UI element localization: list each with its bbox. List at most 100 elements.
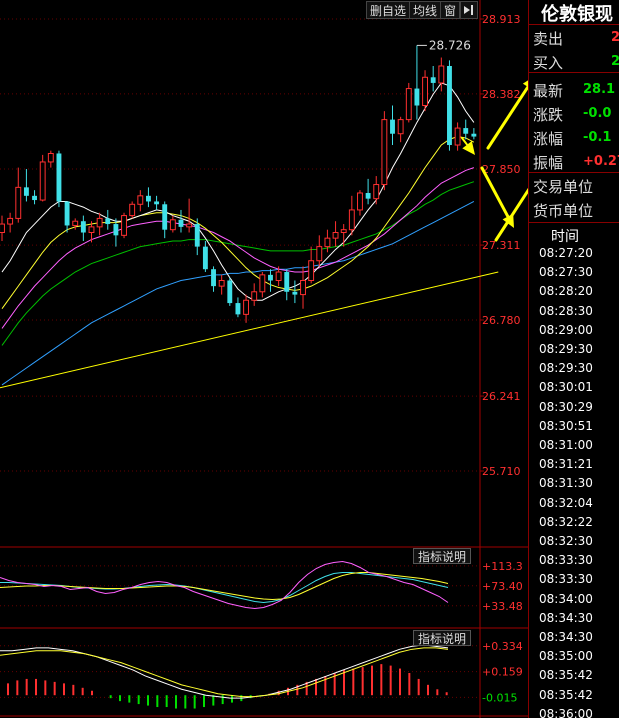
quote-divider	[529, 72, 619, 73]
candle	[137, 190, 144, 212]
candle	[47, 150, 54, 168]
ind1-tick-label: +73.40	[482, 580, 523, 593]
tick-time: 08:29:30	[539, 342, 593, 356]
time-divider	[529, 222, 619, 223]
candle	[390, 105, 395, 146]
indicator-1-panel: +113.3 +73.40 +33.48	[0, 560, 523, 613]
candle-body	[72, 220, 79, 226]
indicator-1-info-button[interactable]: 指标说明	[413, 548, 471, 564]
high-value-label: 28.726	[429, 38, 471, 52]
candle-body	[88, 226, 95, 234]
candle	[414, 45, 420, 120]
candle	[72, 218, 79, 230]
candle-body	[169, 219, 176, 231]
ind1-line-cyan	[0, 572, 449, 604]
ind1-tick-label: +113.3	[482, 560, 523, 573]
candle-body	[186, 223, 193, 228]
ma-green-line	[1, 181, 475, 346]
candle-body	[146, 195, 151, 202]
candle	[365, 178, 371, 205]
candle-body	[381, 119, 388, 186]
candle-body	[154, 201, 160, 205]
quote-sidebar: 伦敦银现 卖出 2 买入 2 最新 28.1 涨跌 -0.0 涨幅 -0.1 振幅 +0.27 交易单…	[528, 0, 619, 718]
high-annotation: 28.726	[416, 38, 471, 52]
candle	[268, 269, 273, 292]
candle-body	[259, 274, 266, 293]
candle-body	[211, 269, 216, 287]
candle	[32, 190, 37, 205]
candle-body	[414, 88, 420, 106]
arrow-down-short	[461, 137, 475, 155]
support-trendline	[0, 271, 499, 389]
y-tick-label: 27.311	[482, 239, 521, 252]
tick-time: 08:31:00	[539, 438, 593, 452]
candle-body	[348, 209, 355, 231]
candle-body	[292, 291, 298, 295]
tick-time: 08:31:21	[539, 457, 593, 472]
expand-icon[interactable]	[460, 1, 478, 19]
ind2-tick-label: -0.015	[482, 691, 517, 704]
candle-body	[365, 192, 371, 199]
info-label: 货币单位	[533, 202, 594, 220]
candle-body	[227, 280, 233, 304]
candle	[438, 57, 445, 92]
ind2-tick-label: +0.334	[482, 640, 523, 653]
candle-body	[324, 237, 331, 248]
candle	[186, 198, 193, 233]
y-tick-label: 25.710	[482, 465, 521, 478]
candle-body	[332, 232, 339, 239]
candle	[154, 195, 160, 210]
y-tick-label: 26.241	[482, 390, 521, 403]
window-button[interactable]: 窗	[440, 1, 461, 19]
candle-body	[64, 201, 70, 226]
ma-blue-line	[1, 201, 475, 386]
candle-body	[235, 303, 241, 315]
tick-time: 08:27:30	[539, 265, 593, 280]
candle-body	[405, 88, 412, 121]
candle	[308, 246, 315, 284]
candle	[332, 221, 339, 247]
candle	[202, 240, 208, 273]
candle-body	[162, 204, 168, 230]
candle-body	[32, 195, 37, 201]
candle	[121, 212, 127, 239]
candle-body	[243, 299, 250, 315]
candle-body	[422, 76, 428, 107]
candle-body	[316, 246, 323, 262]
candle-body	[39, 161, 46, 201]
candle	[80, 215, 86, 241]
candle	[162, 201, 168, 239]
instrument-title: 伦敦银现	[541, 4, 613, 25]
candle	[357, 190, 363, 216]
indicator-2-info-button[interactable]: 指标说明	[413, 630, 471, 646]
y-tick-label: 27.850	[482, 163, 521, 176]
candle	[381, 111, 388, 191]
candle-body	[463, 128, 469, 134]
ma-white-line	[1, 82, 475, 301]
info-label: 交易单位	[533, 178, 594, 196]
price-chart: 28.913 28.382 27.850 27.311 26.780 26.241 25.7…	[0, 0, 528, 718]
candle-body	[15, 186, 22, 219]
tick-time: 08:34:30	[539, 610, 593, 625]
moving-average-button[interactable]: 均线	[409, 1, 442, 19]
quote-value: 2	[611, 30, 619, 45]
candle-body	[275, 271, 282, 281]
candle	[235, 297, 241, 318]
quote-value: +0.27	[583, 154, 619, 169]
candle	[471, 128, 477, 140]
candle-body	[373, 184, 380, 200]
y-tick-label: 26.780	[482, 314, 521, 327]
trend-line	[0, 271, 499, 389]
candle-body	[105, 218, 111, 225]
quote-label: 涨幅	[533, 130, 564, 148]
candle	[218, 274, 225, 295]
candle	[96, 212, 103, 236]
trading-terminal: 28.913 28.382 27.850 27.311 26.780 26.241 25.7…	[0, 0, 619, 718]
candle-body	[23, 187, 29, 196]
candle-body	[218, 279, 225, 287]
candle-body	[357, 192, 363, 211]
candle-body	[471, 133, 477, 137]
quote-value: 28.1	[583, 82, 616, 97]
candle	[324, 229, 331, 253]
delete-watchlist-button[interactable]: 删自选	[366, 1, 411, 19]
